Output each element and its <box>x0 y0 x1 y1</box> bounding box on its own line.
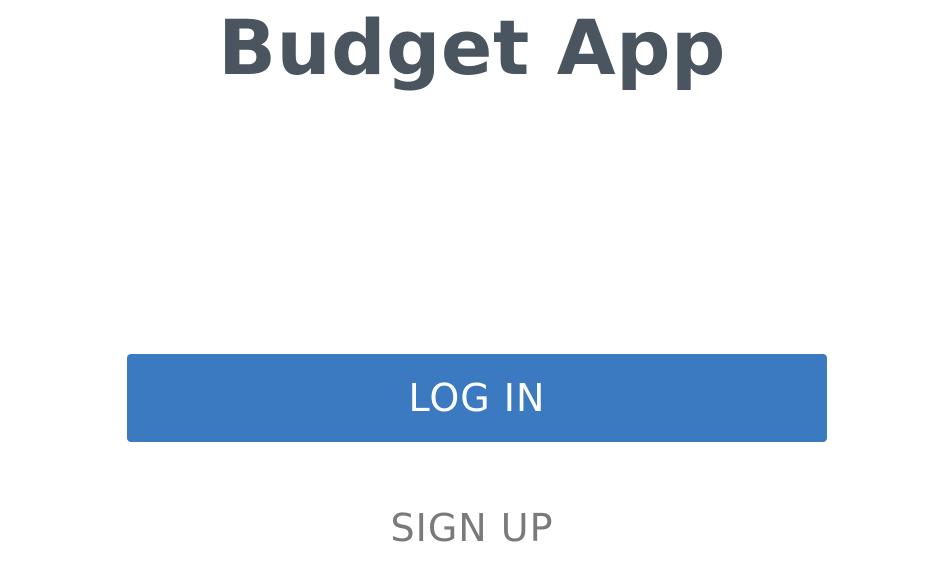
signup-link[interactable]: SIGN UP <box>0 500 944 556</box>
app-title: Budget App <box>218 3 726 92</box>
login-button[interactable]: LOG IN <box>127 354 827 442</box>
